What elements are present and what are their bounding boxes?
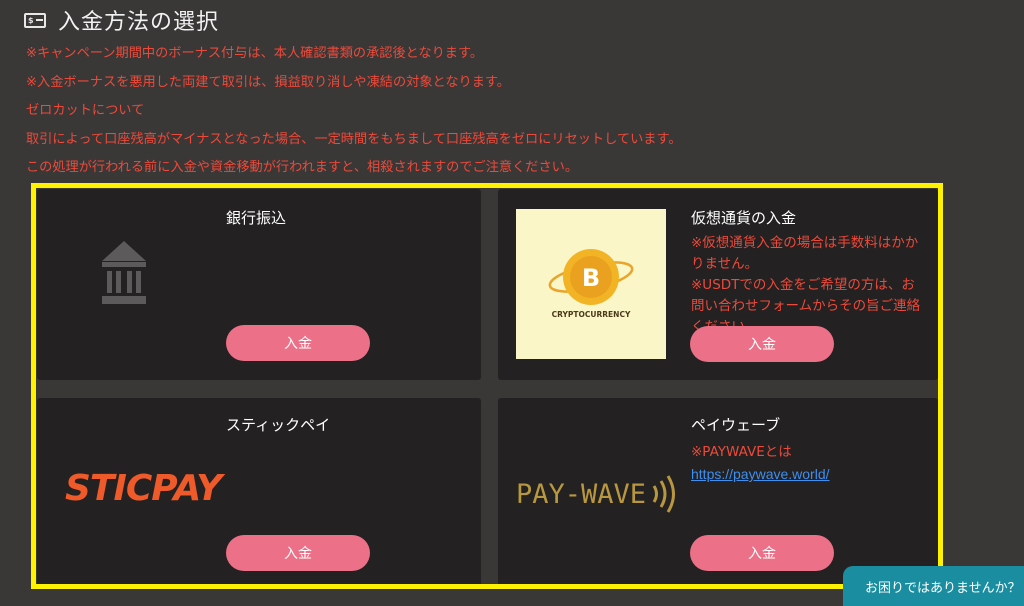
page-title: 入金方法の選択 xyxy=(58,10,220,35)
paywave-title: ペイウェーブ xyxy=(691,416,781,434)
paywave-card: PAY-WAVE ペイウェーブ ※PAYWAVEとは https://paywa… xyxy=(498,398,938,589)
notice-item: ※キャンペーン期間中のボーナス付与は、本人確認書類の承認後となります。 xyxy=(26,46,484,61)
crypto-logo-text: CRYPTOCURRENCY xyxy=(552,310,631,319)
money-bill-icon-symbol: $ xyxy=(28,15,34,25)
page-header: $ 入金方法の選択 xyxy=(24,4,219,36)
bank-deposit-button[interactable]: 入金 xyxy=(226,325,370,361)
crypto-deposit-title: 仮想通貨の入金 xyxy=(691,209,797,227)
notice-item: ゼロカットについて xyxy=(26,103,145,119)
notice-list: ※キャンペーン期間中のボーナス付与は、本人確認書類の承認後となります。 ※入金ボ… xyxy=(26,44,682,187)
notice-item: ※入金ボーナスを悪用した両建て取引は、損益取り消しや凍結の対象となります。 xyxy=(26,74,510,90)
notice-item: 取引によって口座残高がマイナスとなった場合、一定時間をもちまして口座残高をゼロに… xyxy=(26,131,682,147)
contactless-waves-icon xyxy=(652,475,676,513)
sticpay-deposit-button[interactable]: 入金 xyxy=(226,535,370,571)
paywave-link[interactable]: https://paywave.world/ xyxy=(691,466,830,482)
sticpay-title: スティックペイ xyxy=(226,416,331,434)
crypto-deposit-card: B CRYPTOCURRENCY 仮想通貨の入金 ※仮想通貨入金の場合は手数料は… xyxy=(498,189,938,380)
crypto-logo: B CRYPTOCURRENCY xyxy=(516,209,666,359)
bitcoin-coin-letter: B xyxy=(582,264,600,292)
sticpay-card: STICPAY スティックペイ 入金 xyxy=(37,398,481,589)
paywave-logo-text: PAY-WAVE xyxy=(516,478,647,510)
money-bill-icon: $ xyxy=(24,12,46,28)
crypto-deposit-button[interactable]: 入金 xyxy=(690,326,834,362)
crypto-fee-note: ※仮想通貨入金の場合は手数料はかかりません。 ※USDTでの入金をご希望の方は、… xyxy=(691,235,921,332)
sticpay-logo: STICPAY xyxy=(65,468,222,509)
paywave-deposit-button[interactable]: 入金 xyxy=(690,535,834,571)
bank-transfer-card: 銀行振込 入金 xyxy=(37,189,481,380)
bank-icon xyxy=(102,241,146,304)
paywave-logo: PAY-WAVE xyxy=(516,474,676,514)
help-chat-tab[interactable]: お困りではありませんか？ xyxy=(843,566,1024,606)
notice-item: この処理が行われる前に入金や資金移動が行われますと、相殺されますのでご注意くださ… xyxy=(26,160,579,176)
bitcoin-coin-icon: B CRYPTOCURRENCY xyxy=(548,249,634,319)
paywave-note: ※PAYWAVEとは xyxy=(691,444,792,460)
bank-transfer-title: 銀行振込 xyxy=(226,209,287,227)
